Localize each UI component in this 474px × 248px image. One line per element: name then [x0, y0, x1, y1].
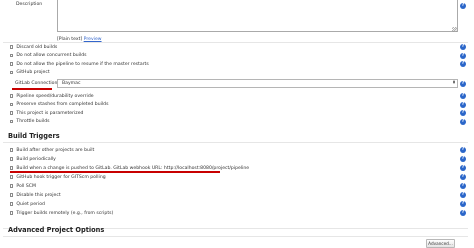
help-icon[interactable]: ?: [460, 210, 466, 216]
trigger-label: Quiet period: [16, 201, 45, 207]
help-icon[interactable]: ?: [460, 183, 466, 189]
checkbox[interactable]: [10, 53, 14, 58]
resize-grip-icon[interactable]: [452, 27, 457, 32]
help-icon[interactable]: ?: [460, 174, 466, 180]
checkbox[interactable]: [10, 211, 14, 215]
help-icon[interactable]: ?: [460, 192, 466, 198]
option-label: Do not allow the pipeline to resume if t…: [16, 61, 149, 67]
option-pipeline-durability[interactable]: Pipeline speed/durability override: [10, 92, 94, 100]
trigger-after-other-projects[interactable]: Build after other projects are built: [10, 146, 94, 154]
checkbox[interactable]: [10, 202, 14, 206]
divider: [3, 142, 468, 143]
trigger-label: Build periodically: [16, 156, 56, 162]
help-icon[interactable]: ?: [460, 80, 466, 87]
description-textarea[interactable]: [57, 0, 458, 32]
option-throttle-builds[interactable]: Throttle builds: [10, 118, 50, 126]
trigger-remote-builds[interactable]: Trigger builds remotely (e.g., from scri…: [10, 209, 113, 217]
gitlab-connection-value: Baymac: [62, 81, 81, 86]
help-icon[interactable]: ?: [460, 61, 466, 67]
trigger-build-periodically[interactable]: Build periodically: [10, 155, 56, 163]
option-label: Pipeline speed/durability override: [16, 93, 94, 99]
option-no-resume-on-restart[interactable]: Do not allow the pipeline to resume if t…: [10, 60, 149, 68]
trigger-github-hook[interactable]: GitHub hook trigger for GITScm polling: [10, 173, 106, 181]
build-triggers-heading: Build Triggers: [8, 132, 60, 140]
chevron-down-icon: [453, 82, 455, 85]
checkbox[interactable]: [10, 184, 14, 188]
trigger-label: Trigger builds remotely (e.g., from scri…: [16, 210, 114, 216]
checkbox[interactable]: [10, 70, 14, 75]
help-icon[interactable]: ?: [460, 93, 466, 99]
checkbox[interactable]: [10, 62, 14, 66]
checkbox[interactable]: [10, 119, 14, 124]
divider: [3, 42, 468, 43]
checkbox[interactable]: [10, 102, 14, 107]
option-label: Do not allow concurrent builds: [16, 53, 87, 58]
gitlab-connection-label: GitLab Connection: [15, 81, 58, 86]
trigger-label: GitHub hook trigger for GITScm polling: [16, 174, 106, 180]
checkbox[interactable]: [10, 193, 14, 197]
help-icon[interactable]: ?: [460, 101, 466, 108]
help-icon[interactable]: ?: [460, 3, 466, 9]
help-icon[interactable]: ?: [460, 201, 466, 207]
checkbox[interactable]: [10, 157, 14, 161]
trigger-label: Poll SCM: [16, 183, 36, 189]
trigger-label: Build after other projects are built: [16, 147, 95, 153]
option-preserve-stashes[interactable]: Preserve stashes from completed builds: [10, 101, 108, 109]
option-label: Discard old builds: [16, 44, 58, 50]
trigger-poll-scm[interactable]: Poll SCM: [10, 182, 36, 190]
option-label: GitHub project: [16, 70, 50, 75]
checkbox[interactable]: [10, 148, 14, 152]
trigger-label: Build when a change is pushed to GitLab.…: [16, 165, 250, 171]
advanced-button[interactable]: Advanced...: [426, 239, 455, 248]
help-icon[interactable]: ?: [460, 52, 466, 59]
trigger-label: Disable this project: [16, 192, 61, 198]
help-icon[interactable]: ?: [460, 44, 466, 50]
option-label: This project is parameterized: [16, 110, 84, 116]
checkbox[interactable]: [10, 175, 14, 179]
help-icon[interactable]: ?: [460, 118, 466, 125]
option-discard-old-builds[interactable]: Discard old builds: [10, 43, 57, 51]
annotation-underline: [12, 88, 52, 90]
description-label: Description: [16, 2, 43, 7]
help-icon[interactable]: ?: [460, 156, 466, 162]
checkbox[interactable]: [10, 166, 14, 170]
checkbox[interactable]: [10, 111, 14, 115]
option-no-concurrent-builds[interactable]: Do not allow concurrent builds: [10, 52, 87, 60]
option-label: Throttle builds: [16, 119, 50, 124]
trigger-quiet-period[interactable]: Quiet period: [10, 200, 45, 208]
divider: [3, 236, 468, 237]
help-icon[interactable]: ?: [460, 110, 466, 116]
trigger-disable-project[interactable]: Disable this project: [10, 191, 61, 199]
advanced-project-options-heading: Advanced Project Options: [8, 226, 105, 234]
option-label: Preserve stashes from completed builds: [16, 102, 109, 107]
checkbox[interactable]: [10, 45, 14, 49]
help-icon[interactable]: ?: [460, 147, 466, 153]
option-github-project[interactable]: GitHub project: [10, 69, 50, 77]
checkbox[interactable]: [10, 94, 14, 98]
gitlab-connection-select[interactable]: Baymac: [57, 79, 458, 88]
option-parameterized[interactable]: This project is parameterized: [10, 109, 83, 117]
help-icon[interactable]: ?: [460, 165, 466, 171]
